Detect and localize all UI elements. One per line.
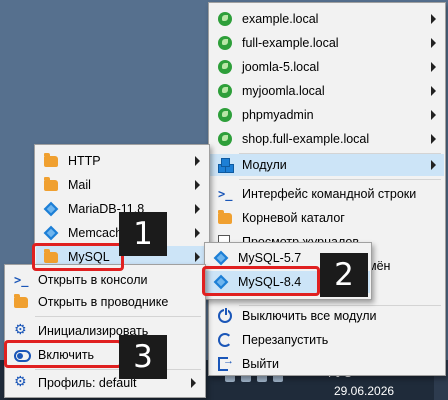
globe-icon [218, 60, 232, 74]
globe-icon [218, 84, 232, 98]
menu-item-restart[interactable]: Перезапустить [210, 329, 444, 351]
menu-item-modules[interactable]: Модули [210, 154, 444, 176]
menu-separator [35, 316, 201, 317]
action-profile[interactable]: Профиль: default [6, 372, 204, 394]
modules-icon [218, 158, 234, 173]
cube-icon [213, 250, 229, 266]
site-item-shop-full-example-local[interactable]: shop.full-example.local [210, 128, 444, 150]
folder-icon [44, 177, 58, 191]
power-icon [218, 307, 232, 323]
action-open-explorer[interactable]: Открыть в проводнике [6, 291, 204, 313]
gears-icon [14, 321, 28, 338]
folder-icon [14, 294, 28, 308]
menu-item-cli[interactable]: >_ Интерфейс командной строки [210, 183, 444, 205]
chevron-right-icon [431, 110, 436, 120]
step-badge-3: 3 [119, 335, 167, 379]
chevron-right-icon [431, 134, 436, 144]
chevron-right-icon [195, 180, 200, 190]
chevron-right-icon [191, 378, 196, 388]
cube-icon [43, 225, 59, 241]
site-item-example-local[interactable]: example.local [210, 8, 444, 30]
globe-icon [218, 108, 232, 122]
highlight-box-mysql [32, 243, 124, 271]
action-initialize[interactable]: Инициализировать [6, 320, 204, 342]
action-open-console[interactable]: >_ Открыть в консоли [6, 269, 204, 291]
folder-icon [218, 210, 232, 224]
highlight-box-enable [4, 340, 122, 368]
chevron-right-icon [431, 62, 436, 72]
terminal-icon: >_ [218, 187, 233, 201]
menu-item-stop-all[interactable]: Выключить все модули [210, 305, 444, 327]
taskbar-date[interactable]: 29.06.2026 [334, 384, 394, 398]
cube-icon [43, 201, 59, 217]
mysql-actions-submenu: >_ Открыть в консоли Открыть в проводнике… [4, 264, 206, 398]
menu-item-root-folder[interactable]: Корневой каталог [210, 207, 444, 229]
chevron-right-icon [195, 156, 200, 166]
terminal-icon: >_ [14, 273, 29, 287]
restart-icon [218, 333, 232, 347]
module-item-http[interactable]: HTTP [36, 150, 208, 172]
chevron-right-icon [431, 160, 436, 170]
globe-icon [218, 36, 232, 50]
gear-icon [14, 373, 28, 390]
exit-icon [218, 355, 234, 371]
globe-icon [218, 132, 232, 146]
chevron-right-icon [195, 204, 200, 214]
menu-separator [239, 179, 441, 180]
chevron-right-icon [431, 38, 436, 48]
menu-separator [35, 369, 201, 370]
site-item-myjoomla-local[interactable]: myjoomla.local [210, 80, 444, 102]
chevron-right-icon [195, 252, 200, 262]
main-context-menu: example.local full-example.local joomla-… [208, 2, 446, 376]
menu-item-exit[interactable]: Выйти [210, 353, 444, 375]
module-item-mail[interactable]: Mail [36, 174, 208, 196]
site-item-full-example-local[interactable]: full-example.local [210, 32, 444, 54]
chevron-right-icon [195, 228, 200, 238]
site-item-phpmyadmin[interactable]: phpmyadmin [210, 104, 444, 126]
chevron-right-icon [431, 14, 436, 24]
step-badge-1: 1 [119, 212, 167, 256]
step-badge-2: 2 [320, 253, 368, 297]
globe-icon [218, 12, 232, 26]
highlight-box-mysql-8-4 [202, 266, 320, 296]
chevron-right-icon [431, 86, 436, 96]
site-item-joomla-5-local[interactable]: joomla-5.local [210, 56, 444, 78]
folder-icon [44, 153, 58, 167]
